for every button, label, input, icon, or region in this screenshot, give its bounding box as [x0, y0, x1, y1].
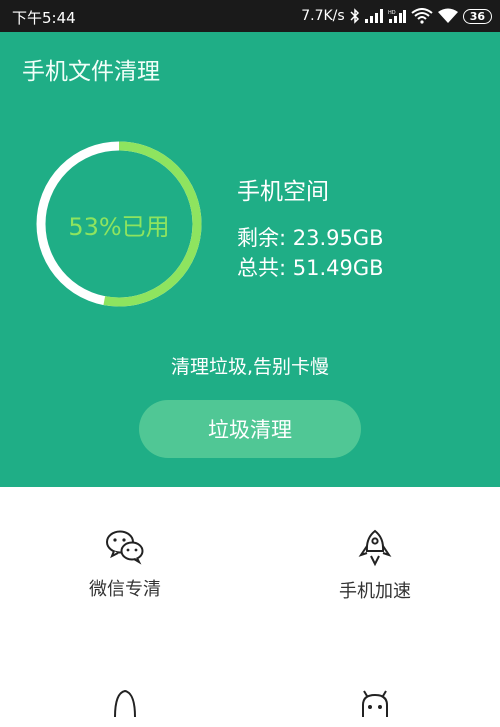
page-title: 手机文件清理: [22, 59, 160, 85]
feature-label: 微信专清: [89, 579, 161, 600]
wifi-icon: [437, 8, 458, 24]
android-robot-icon: [362, 690, 388, 717]
wechat-icon: [106, 530, 144, 565]
signal-icon: [364, 9, 383, 23]
feature-app-clean[interactable]: [250, 687, 500, 727]
slogan-text: 清理垃圾,告别卡慢: [170, 356, 330, 378]
storage-title: 手机空间: [237, 179, 329, 205]
feature-label: 手机加速: [339, 581, 411, 602]
feature-grid: 微信专清 手机加速: [0, 487, 500, 717]
wifi-hd-icon: [411, 8, 433, 24]
feature-qq-clean[interactable]: [0, 687, 250, 727]
qq-penguin-icon: [114, 689, 136, 717]
status-bar: 下午5:44 7.7K/s HD 36: [0, 0, 500, 32]
storage-used-label: 53%已用: [68, 212, 170, 241]
battery-icon: 36: [462, 8, 492, 24]
feature-wechat-clean[interactable]: 微信专清: [0, 529, 250, 601]
feature-phone-boost[interactable]: 手机加速: [250, 529, 500, 603]
clean-junk-button[interactable]: 垃圾清理: [139, 400, 361, 458]
svg-text:HD: HD: [388, 10, 396, 16]
storage-total: 总共: 51.49GB: [237, 256, 384, 280]
storage-panel: 手机文件清理 53%已用 手机空间 剩余: 23.95GB 总共: 51.49G…: [0, 32, 500, 487]
rocket-icon: [358, 529, 392, 567]
bluetooth-icon: [350, 8, 360, 24]
status-icons: 7.7K/s HD 36: [301, 6, 492, 26]
network-speed: 7.7K/s: [301, 8, 345, 24]
status-time: 下午5:44: [12, 9, 76, 27]
storage-remaining: 剩余: 23.95GB: [237, 226, 384, 250]
hd-signal-icon: HD: [388, 9, 406, 23]
